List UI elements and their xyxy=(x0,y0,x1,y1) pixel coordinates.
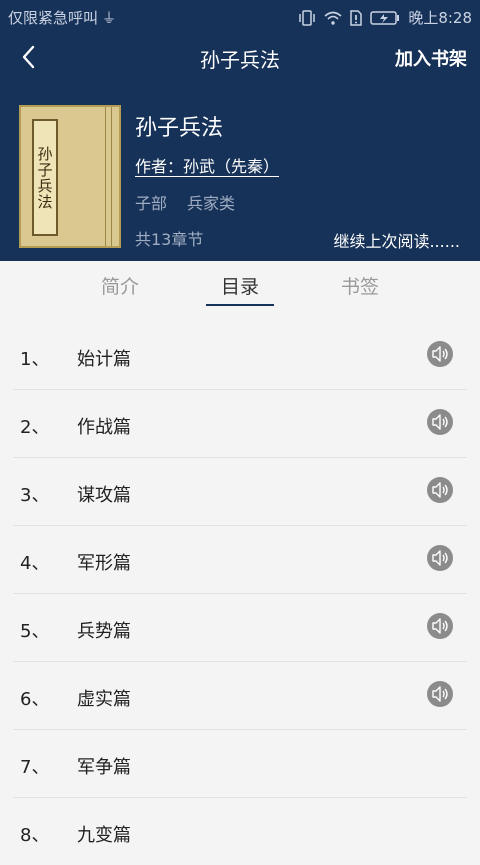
chapter-count: 共13章节 xyxy=(135,230,204,249)
speaker-icon[interactable] xyxy=(427,613,453,639)
chapter-name: 军形篇 xyxy=(77,553,131,574)
chapter-name: 兵势篇 xyxy=(77,621,131,642)
chapter-row[interactable]: 5、 兵势篇 xyxy=(13,594,467,662)
chapter-number: 3、 xyxy=(20,485,50,506)
cover-binding-line xyxy=(105,107,106,246)
speaker-icon[interactable] xyxy=(427,681,453,707)
chapter-row[interactable]: 4、 军形篇 xyxy=(13,526,467,594)
cover-title-text: 孙子兵法 xyxy=(35,145,54,210)
cover-binding-line xyxy=(111,107,112,246)
chapter-name: 始计篇 xyxy=(77,349,131,370)
chapter-name: 谋攻篇 xyxy=(77,485,131,506)
sim-alert-icon xyxy=(350,9,363,26)
battery-charging-icon xyxy=(370,10,400,25)
vibrate-icon xyxy=(299,9,316,26)
chapter-name: 九变篇 xyxy=(77,825,131,846)
chapter-name: 军争篇 xyxy=(77,757,131,778)
tag: 子部 xyxy=(135,194,168,213)
speaker-icon[interactable] xyxy=(427,341,453,367)
chapter-name: 作战篇 xyxy=(77,417,131,438)
nav-bar: 孙子兵法 加入书架 xyxy=(0,32,480,82)
book-tags: 子部 兵家类 xyxy=(135,190,235,214)
status-bar: 仅限紧急呼叫 ⏚ 晚上8:28 xyxy=(0,0,480,32)
tag: 兵家类 xyxy=(187,194,236,213)
chapter-row[interactable]: 1、 始计篇 xyxy=(13,322,467,390)
tab-bar: 简介 目录 书签 xyxy=(0,261,480,322)
carrier-text: 仅限紧急呼叫 xyxy=(8,9,99,27)
chapter-number: 7、 xyxy=(20,757,50,778)
chapter-row[interactable]: 8、 九变篇 xyxy=(13,798,467,865)
chapter-row[interactable]: 2、 作战篇 xyxy=(13,390,467,458)
usb-icon: ⏚ xyxy=(102,10,117,27)
book-header: 仅限紧急呼叫 ⏚ 晚上8:28 孙子兵法 加入书架 孙子兵法 孙子兵法 作者：孙… xyxy=(0,0,480,261)
chapter-number: 2、 xyxy=(20,417,50,438)
chapter-number: 5、 xyxy=(20,621,50,642)
status-right: 晚上8:28 xyxy=(298,7,472,28)
cover-title-label: 孙子兵法 xyxy=(32,119,58,236)
chapter-number: 4、 xyxy=(20,553,50,574)
author-link[interactable]: 作者：孙武（先秦） xyxy=(135,153,279,177)
tab-intro[interactable]: 简介 xyxy=(80,261,160,299)
chapter-row[interactable]: 6、 虚实篇 xyxy=(13,662,467,730)
speaker-icon[interactable] xyxy=(427,477,453,503)
book-title: 孙子兵法 xyxy=(135,116,224,141)
chapter-number: 1、 xyxy=(20,349,50,370)
book-cover[interactable]: 孙子兵法 xyxy=(19,105,121,248)
chapter-row[interactable]: 7、 军争篇 xyxy=(13,730,467,798)
wifi-icon xyxy=(324,11,342,25)
add-to-shelf-button[interactable]: 加入书架 xyxy=(395,45,467,71)
tab-bookmarks[interactable]: 书签 xyxy=(320,261,400,299)
chapter-name: 虚实篇 xyxy=(77,689,131,710)
chapter-row[interactable]: 3、 谋攻篇 xyxy=(13,458,467,526)
tab-contents[interactable]: 目录 xyxy=(200,261,280,306)
chapter-number: 6、 xyxy=(20,689,50,710)
speaker-icon[interactable] xyxy=(427,545,453,571)
continue-reading-button[interactable]: 继续上次阅读...... xyxy=(333,228,460,252)
clock: 晚上8:28 xyxy=(408,9,472,27)
speaker-icon[interactable] xyxy=(427,409,453,435)
chapter-list: 1、 始计篇 2、 作战篇 3、 谋攻篇 4、 军形篇 5、 兵势篇 6、 虚实… xyxy=(0,322,480,865)
chapter-number: 8、 xyxy=(20,825,50,846)
status-left: 仅限紧急呼叫 ⏚ xyxy=(8,7,116,28)
